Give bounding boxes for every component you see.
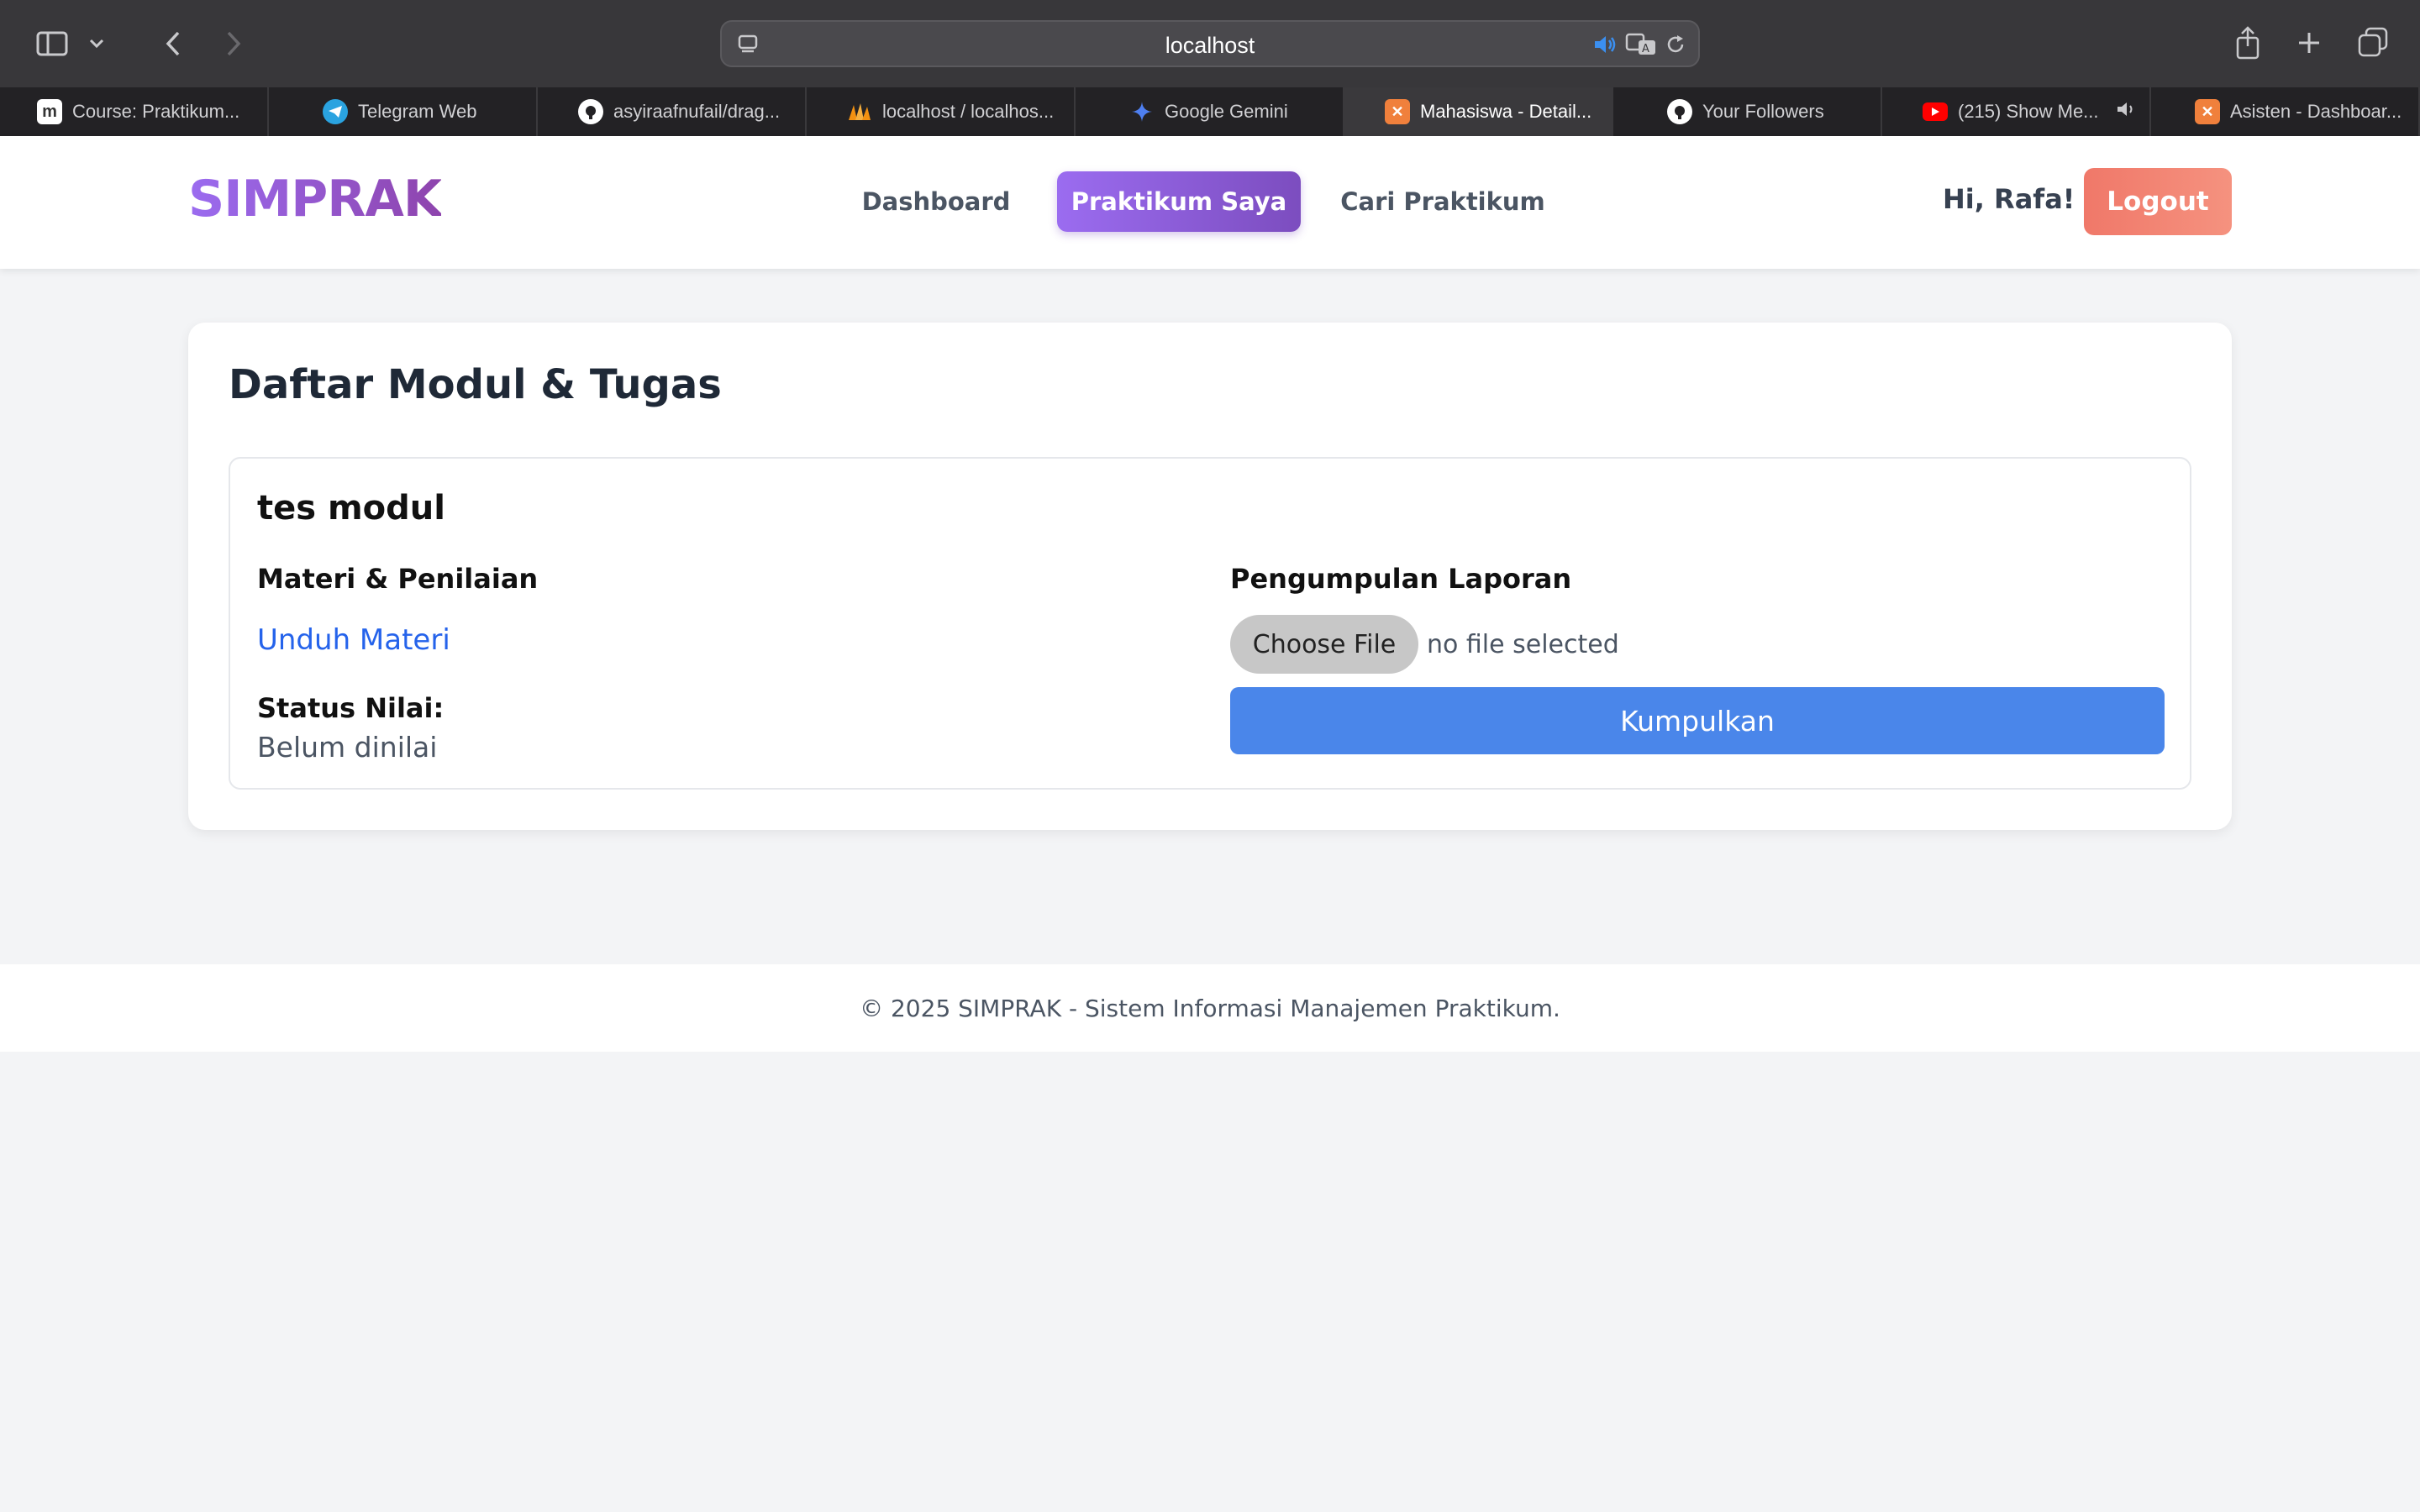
- new-tab-icon[interactable]: [2294, 27, 2324, 59]
- tab-title: Google Gemini: [1165, 101, 1288, 122]
- footer-text: © 2025 SIMPRAK - Sistem Informasi Manaje…: [860, 994, 1560, 1022]
- download-material-link[interactable]: Unduh Materi: [257, 623, 1181, 657]
- module-list-card: Daftar Modul & Tugas tes modul Materi & …: [188, 323, 2232, 830]
- moodle-icon: m: [37, 99, 62, 124]
- browser-toolbar: localhost A: [0, 0, 2420, 87]
- tab-overview-icon[interactable]: [2356, 25, 2390, 59]
- share-icon[interactable]: [2232, 24, 2264, 62]
- file-input[interactable]: Choose File no file selected: [1230, 615, 2165, 674]
- tab-title: (215) Show Me...: [1958, 101, 2099, 122]
- page-title: Daftar Modul & Tugas: [229, 361, 722, 408]
- tab-asisten-dashboard[interactable]: ✕ Asisten - Dashboar...: [2151, 87, 2420, 136]
- phpmyadmin-icon: [847, 99, 872, 124]
- tab-title: Mahasiswa - Detail...: [1420, 101, 1592, 122]
- tab-title: Your Followers: [1702, 101, 1824, 122]
- materials-section: Materi & Penilaian Unduh Materi Status N…: [257, 563, 1181, 764]
- tab-youtube[interactable]: (215) Show Me...: [1882, 87, 2151, 136]
- submission-section: Pengumpulan Laporan Choose File no file …: [1230, 563, 2165, 754]
- back-arrow-icon[interactable]: [158, 27, 188, 60]
- grade-status-value: Belum dinilai: [257, 731, 438, 764]
- brand-logo[interactable]: SIMPRAK: [188, 170, 442, 228]
- nav-dashboard[interactable]: Dashboard: [850, 171, 1022, 232]
- tab-github-followers[interactable]: Your Followers: [1613, 87, 1882, 136]
- speaker-icon[interactable]: [1591, 32, 1619, 57]
- sidebar-toggle-icon[interactable]: [34, 27, 71, 60]
- materials-heading: Materi & Penilaian: [257, 563, 539, 595]
- youtube-icon: [1923, 102, 1948, 121]
- gemini-icon: [1129, 99, 1155, 124]
- tab-gemini[interactable]: Google Gemini: [1076, 87, 1344, 136]
- speaker-icon[interactable]: [2116, 100, 2138, 123]
- submit-report-button[interactable]: Kumpulkan: [1230, 687, 2165, 754]
- logout-button[interactable]: Logout: [2084, 168, 2232, 235]
- translate-icon[interactable]: A: [1624, 32, 1658, 57]
- tab-title: Course: Praktikum...: [72, 101, 240, 122]
- tab-bar: m Course: Praktikum... Telegram Web asyi…: [0, 87, 2420, 136]
- tab-title: asyiraafnufail/drag...: [613, 101, 781, 122]
- tab-moodle-course[interactable]: m Course: Praktikum...: [0, 87, 269, 136]
- nav-cari-praktikum[interactable]: Cari Praktikum: [1336, 171, 1549, 232]
- module-title: tes modul: [257, 489, 445, 528]
- choose-file-button[interactable]: Choose File: [1230, 615, 1418, 674]
- chevron-down-icon[interactable]: [86, 32, 108, 55]
- user-greeting: Hi, Rafa!: [1943, 183, 2075, 215]
- site-footer: © 2025 SIMPRAK - Sistem Informasi Manaje…: [0, 964, 2420, 1052]
- xampp-icon: ✕: [2195, 99, 2220, 124]
- github-icon: [1667, 99, 1692, 124]
- tab-telegram[interactable]: Telegram Web: [269, 87, 538, 136]
- tab-phpmyadmin[interactable]: localhost / localhos...: [807, 87, 1076, 136]
- github-icon: [578, 99, 603, 124]
- forward-arrow-icon[interactable]: [218, 27, 249, 60]
- site-header: SIMPRAK Dashboard Praktikum Saya Cari Pr…: [0, 136, 2420, 269]
- tab-github-repo[interactable]: asyiraafnufail/drag...: [538, 87, 807, 136]
- tab-mahasiswa-detail[interactable]: ✕ Mahasiswa - Detail...: [1344, 87, 1613, 136]
- svg-text:A: A: [1642, 43, 1649, 55]
- module-item: tes modul Materi & Penilaian Unduh Mater…: [229, 457, 2191, 790]
- address-bar[interactable]: localhost A: [720, 20, 1700, 67]
- telegram-icon: [323, 99, 348, 124]
- tab-title: Telegram Web: [358, 101, 477, 122]
- nav-praktikum-saya[interactable]: Praktikum Saya: [1057, 171, 1301, 232]
- grade-status-label: Status Nilai:: [257, 692, 445, 724]
- url-text: localhost: [1165, 33, 1255, 58]
- tab-title: Asisten - Dashboar...: [2230, 101, 2402, 122]
- reload-icon[interactable]: [1663, 32, 1688, 57]
- xampp-icon: ✕: [1385, 99, 1410, 124]
- tab-title: localhost / localhos...: [882, 101, 1055, 122]
- selected-file-text: no file selected: [1427, 629, 1619, 659]
- submission-heading: Pengumpulan Laporan: [1230, 563, 1572, 595]
